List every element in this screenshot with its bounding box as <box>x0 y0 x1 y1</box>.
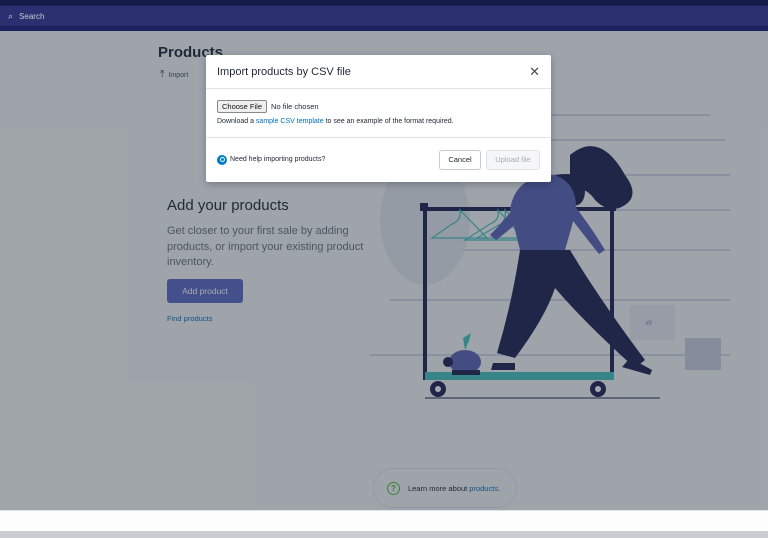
choose-file-button[interactable]: Choose File <box>217 100 268 113</box>
download-prefix: Download a <box>217 118 256 125</box>
window-bottom-edge <box>0 531 768 538</box>
search-placeholder: Search <box>19 11 45 21</box>
close-icon[interactable]: ✕ <box>529 65 540 78</box>
cancel-button[interactable]: Cancel <box>439 149 481 170</box>
download-suffix: to see an example of the format required… <box>323 118 454 125</box>
help-link[interactable]: Need help importing products? <box>217 154 439 165</box>
search-icon: ⌕ <box>8 10 14 21</box>
import-modal: Import products by CSV file ✕ Choose Fil… <box>206 55 551 182</box>
download-template-text: Download a sample CSV template to see an… <box>217 118 540 125</box>
modal-body: Choose File No file chosen Download a sa… <box>206 89 551 138</box>
footer-bar <box>0 510 768 531</box>
search-bar[interactable]: ⌕ Search <box>0 6 768 26</box>
modal-title: Import products by CSV file <box>217 65 351 78</box>
modal-header: Import products by CSV file ✕ <box>206 55 551 89</box>
modal-footer: Need help importing products? Cancel Upl… <box>206 138 551 181</box>
help-text: Need help importing products? <box>230 156 326 163</box>
sample-csv-template-link[interactable]: sample CSV template <box>256 118 324 125</box>
file-input-row: Choose File No file chosen <box>217 100 540 113</box>
file-status: No file chosen <box>271 102 319 111</box>
upload-file-button[interactable]: Upload file <box>486 149 540 170</box>
help-icon <box>217 154 227 165</box>
